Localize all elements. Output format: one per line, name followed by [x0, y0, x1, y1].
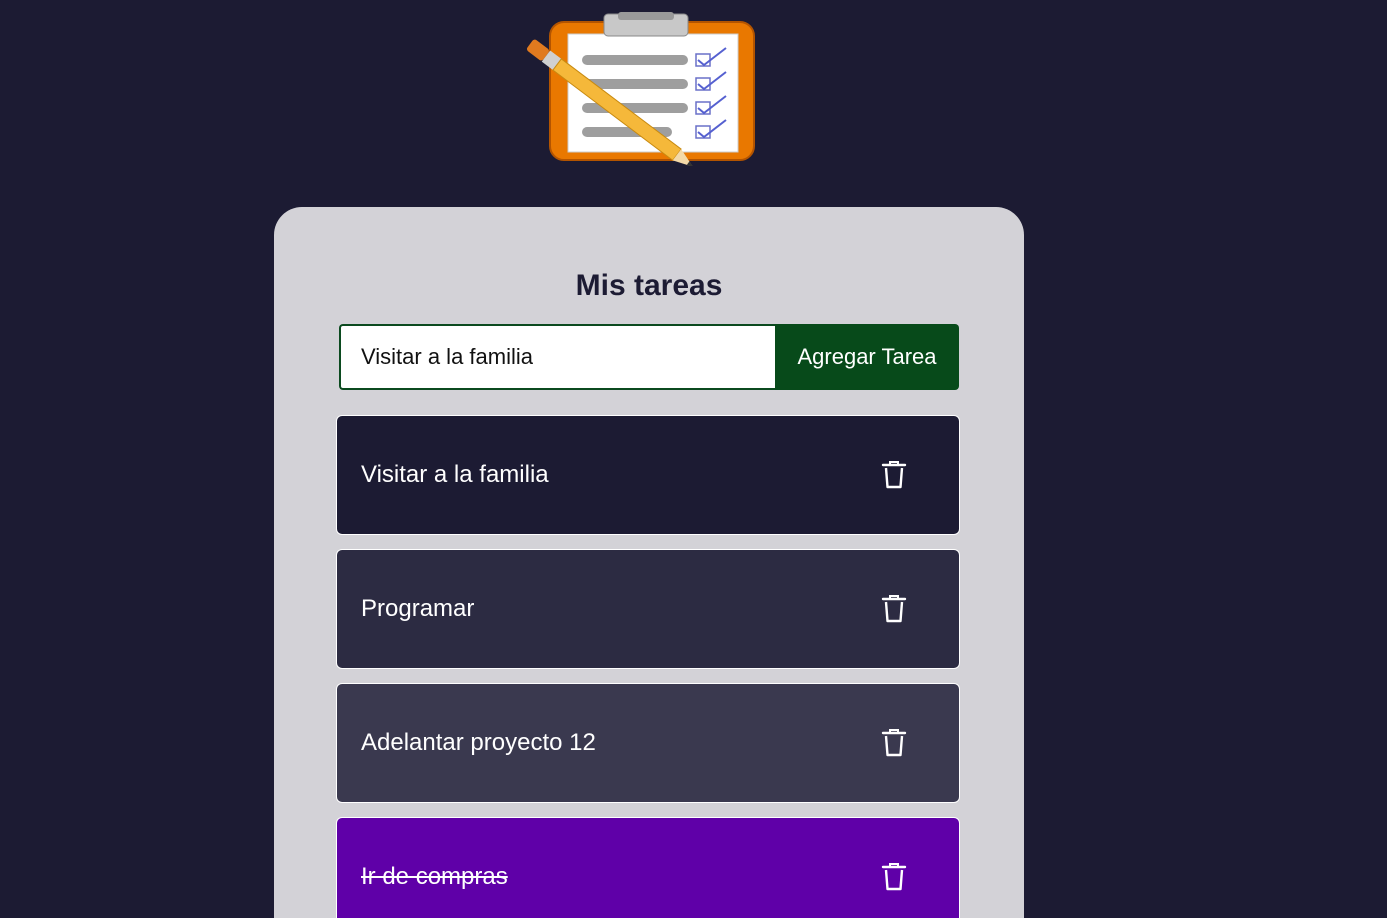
todo-card: Mis tareas Agregar Tarea Visitar a la fa… [274, 207, 1024, 918]
add-task-form: Agregar Tarea [339, 324, 959, 390]
trash-icon[interactable] [881, 594, 907, 624]
trash-icon[interactable] [881, 862, 907, 892]
add-task-button[interactable]: Agregar Tarea [775, 324, 959, 390]
task-item[interactable]: Programar [336, 549, 960, 669]
task-list: Visitar a la familia Programar Adelantar… [336, 415, 962, 918]
task-text: Visitar a la familia [361, 461, 549, 488]
task-text: Ir de compras [361, 863, 508, 890]
task-item[interactable]: Visitar a la familia [336, 415, 960, 535]
page-title: Mis tareas [575, 269, 723, 302]
task-item[interactable]: Adelantar proyecto 12 [336, 683, 960, 803]
task-item[interactable]: Ir de compras [336, 817, 960, 918]
task-input[interactable] [339, 324, 775, 390]
clipboard-checklist-icon [526, 12, 755, 166]
trash-icon[interactable] [881, 728, 907, 758]
task-text: Programar [361, 595, 475, 622]
page: Mis tareas Agregar Tarea Visitar a la fa… [0, 0, 1387, 918]
trash-icon[interactable] [881, 460, 907, 490]
task-text: Adelantar proyecto 12 [361, 729, 596, 756]
